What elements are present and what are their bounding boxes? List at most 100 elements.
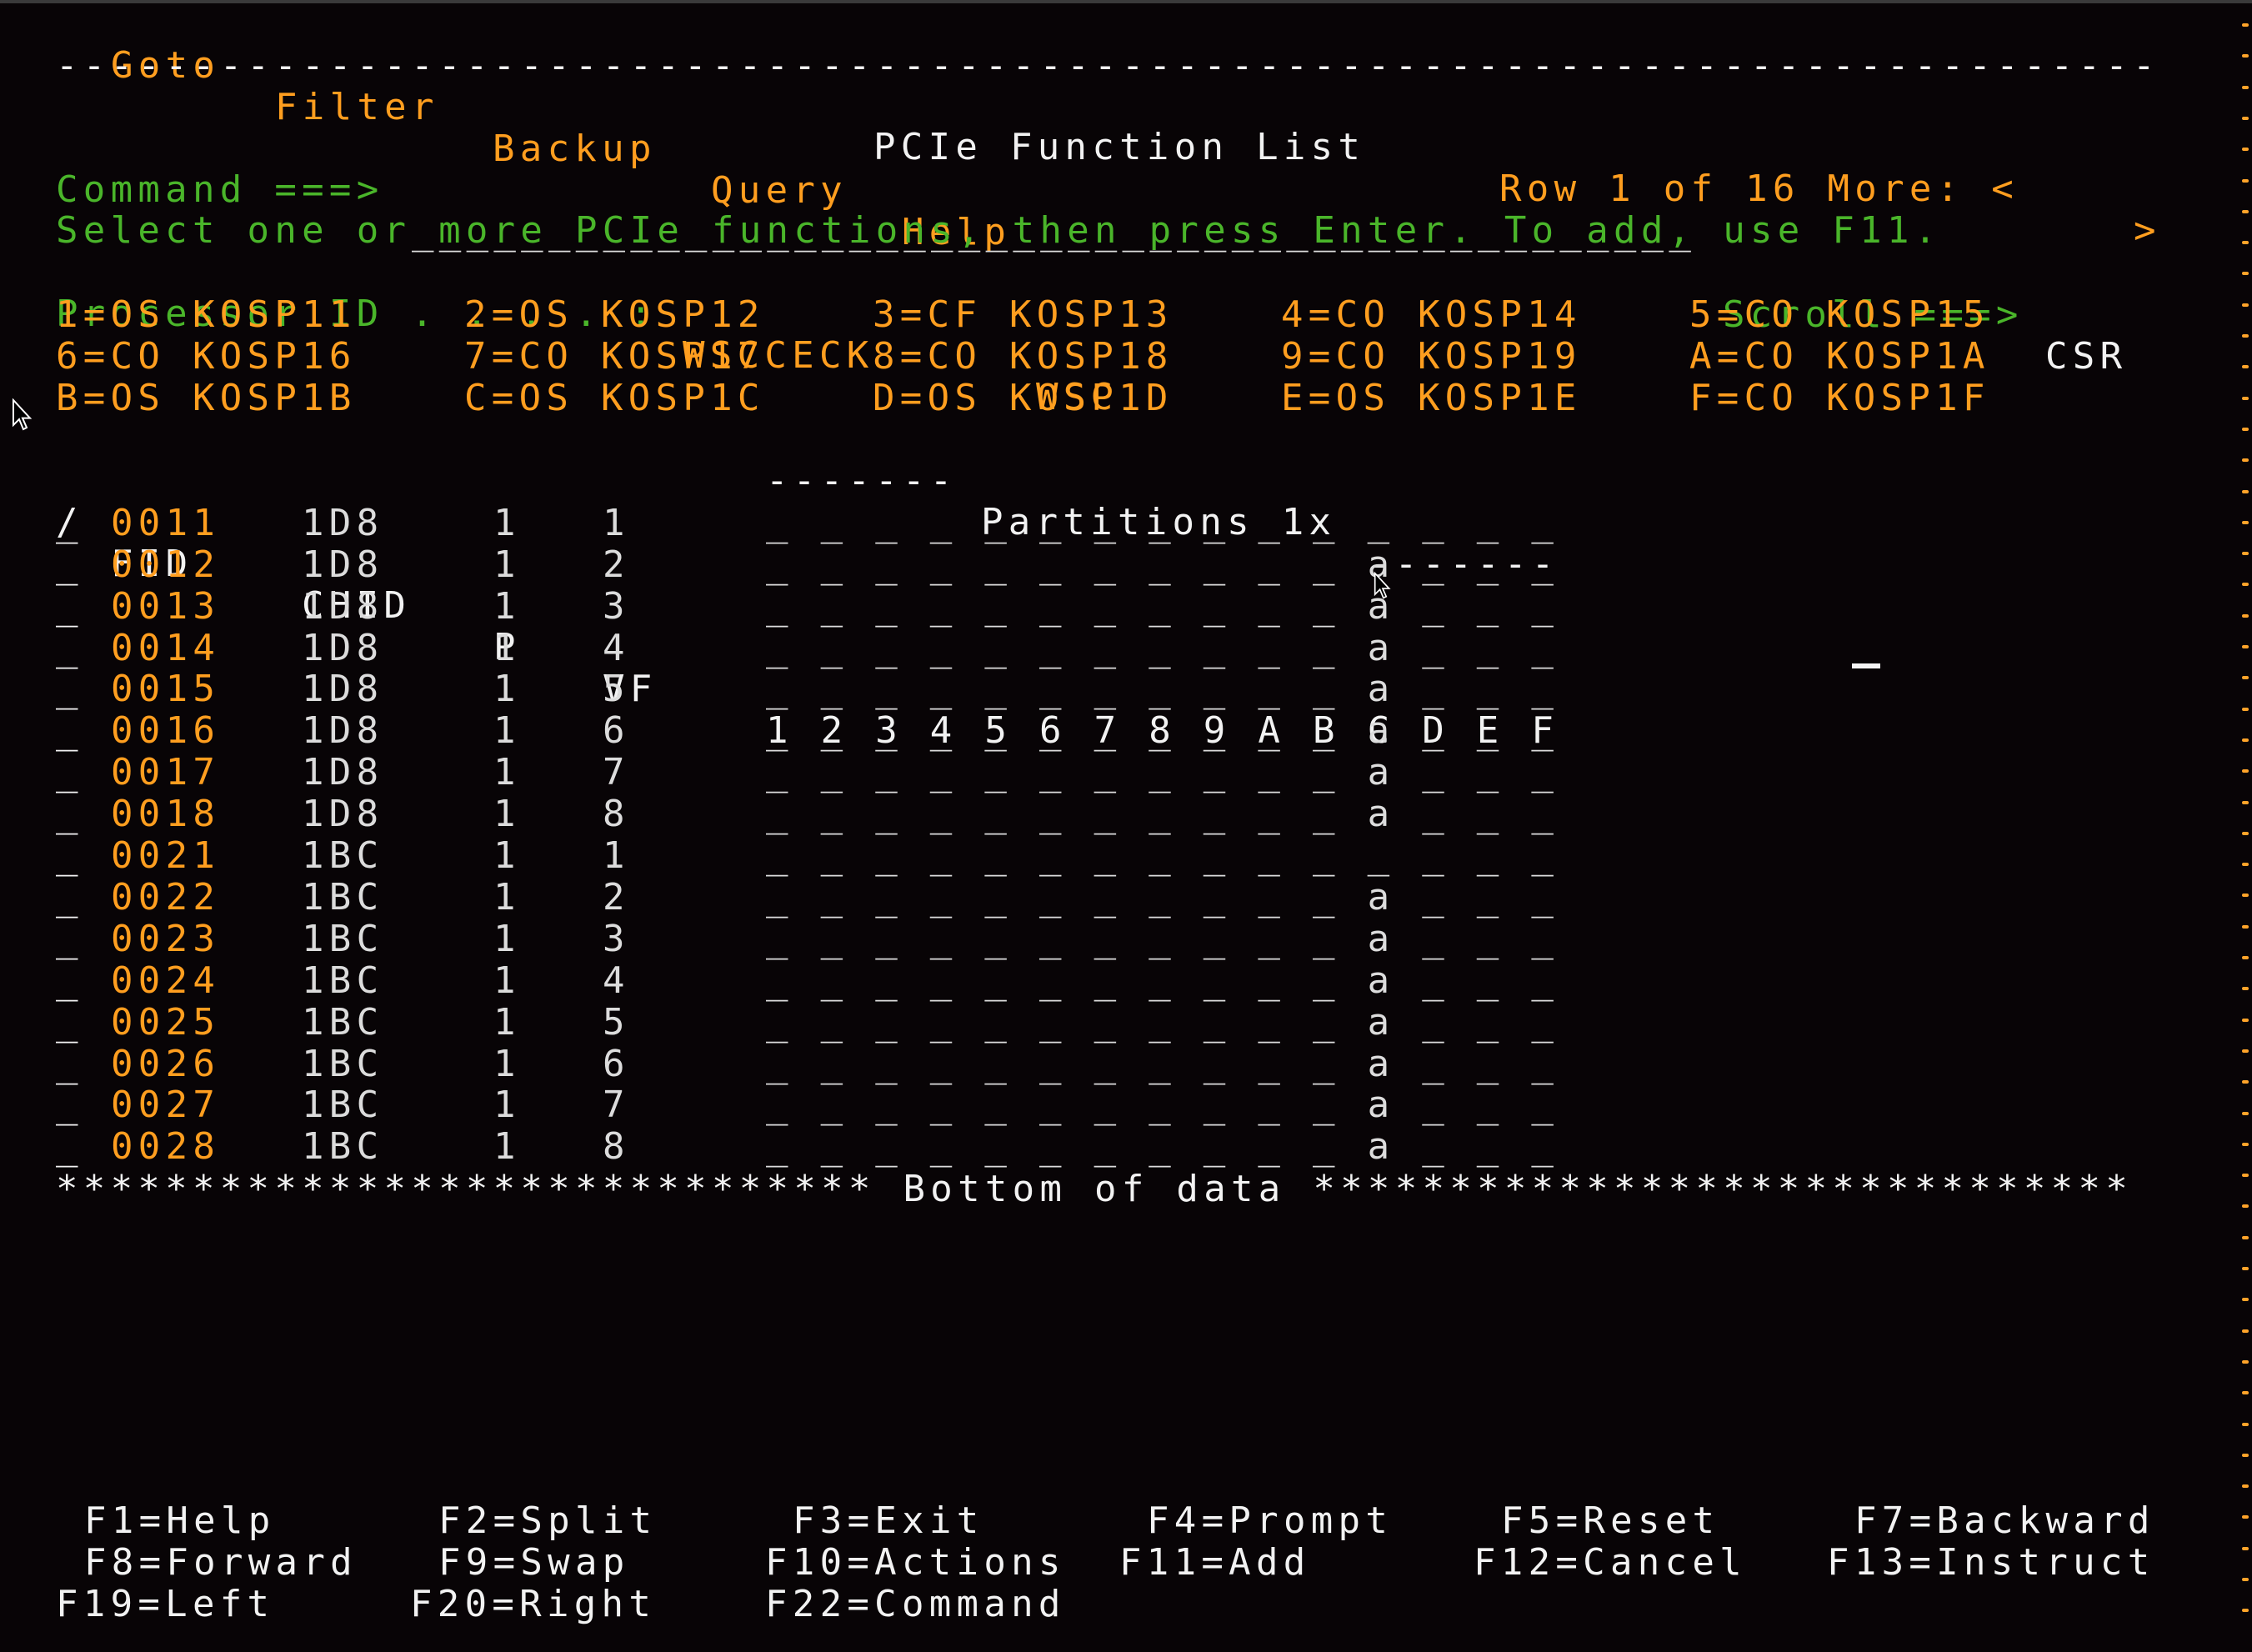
partition-access-field[interactable]: _ xyxy=(1204,710,1231,752)
partition-access-field[interactable]: _ xyxy=(930,502,958,544)
partition-access-field[interactable]: _ xyxy=(984,543,1012,586)
command-input[interactable] xyxy=(412,128,1729,169)
partition-access-field[interactable]: _ xyxy=(1422,627,1449,669)
partition-access-field[interactable]: _ xyxy=(1531,959,1559,1002)
row-select-field[interactable]: _ xyxy=(56,1001,83,1044)
partition-access-field[interactable]: _ xyxy=(1094,543,1122,586)
partition-access-field[interactable]: _ xyxy=(1094,502,1122,544)
partition-access-field[interactable]: a xyxy=(1368,959,1395,1002)
partition-access-field[interactable]: _ xyxy=(1039,710,1067,752)
partition-access-field[interactable]: _ xyxy=(1258,710,1285,752)
partition-access-field[interactable]: _ xyxy=(821,1126,848,1168)
menu-filter[interactable]: Filter xyxy=(275,87,439,128)
function-key[interactable]: F12=Cancel xyxy=(1474,1542,1747,1584)
function-key[interactable]: F9=Swap xyxy=(438,1542,630,1584)
partition-access-field[interactable]: _ xyxy=(1313,876,1340,919)
partition-access-field[interactable]: _ xyxy=(1039,876,1067,919)
partition-access-field[interactable]: _ xyxy=(1477,543,1504,586)
partition-access-field[interactable]: a xyxy=(1368,668,1395,710)
partition-access-field[interactable]: _ xyxy=(1039,918,1067,960)
partition-access-field[interactable]: _ xyxy=(1531,502,1559,544)
partition-access-field[interactable]: _ xyxy=(1531,1084,1559,1126)
partition-access-field[interactable]: _ xyxy=(821,1084,848,1126)
partition-access-field[interactable]: _ xyxy=(1258,1043,1285,1085)
function-key[interactable]: F4=Prompt xyxy=(1147,1500,1393,1542)
partition-access-field[interactable]: _ xyxy=(1039,1001,1067,1044)
partition-access-field[interactable]: _ xyxy=(1149,668,1176,710)
partition-access-field[interactable]: _ xyxy=(1422,876,1449,919)
partition-access-field[interactable]: _ xyxy=(875,502,903,544)
partition-access-field[interactable]: _ xyxy=(1094,1043,1122,1085)
partition-access-field[interactable]: _ xyxy=(1039,793,1067,835)
function-key[interactable]: F11=Add xyxy=(1119,1542,1311,1584)
partition-access-field[interactable]: _ xyxy=(1149,502,1176,544)
partition-access-field[interactable]: _ xyxy=(1094,876,1122,919)
partition-access-field[interactable]: _ xyxy=(1422,918,1449,960)
partition-access-field[interactable]: _ xyxy=(766,502,793,544)
partition-access-field[interactable]: _ xyxy=(875,752,903,793)
partition-access-field[interactable]: _ xyxy=(766,793,793,835)
partition-access-field[interactable]: _ xyxy=(1149,959,1176,1002)
partition-access-field[interactable]: a xyxy=(1368,876,1395,919)
partition-access-field[interactable]: a xyxy=(1368,1126,1395,1168)
partition-access-field[interactable]: _ xyxy=(1477,668,1504,710)
row-select-field[interactable]: _ xyxy=(56,793,83,835)
partition-access-field[interactable]: _ xyxy=(821,835,848,877)
partition-access-field[interactable]: _ xyxy=(1422,752,1449,793)
partition-access-field[interactable]: _ xyxy=(1258,627,1285,669)
partition-access-field[interactable]: _ xyxy=(1422,668,1449,710)
partition-access-field[interactable]: a xyxy=(1368,710,1395,752)
partition-access-field[interactable]: _ xyxy=(766,1043,793,1085)
partition-access-field[interactable]: _ xyxy=(821,752,848,793)
partition-access-field[interactable]: _ xyxy=(930,543,958,586)
partition-access-field[interactable]: _ xyxy=(984,793,1012,835)
partition-access-field[interactable]: _ xyxy=(1368,835,1395,877)
partition-access-field[interactable]: _ xyxy=(766,627,793,669)
partition-access-field[interactable]: _ xyxy=(875,793,903,835)
partition-access-field[interactable]: _ xyxy=(1422,959,1449,1002)
partition-access-field[interactable]: _ xyxy=(1477,1043,1504,1085)
partition-access-field[interactable]: _ xyxy=(984,752,1012,793)
partition-access-field[interactable]: _ xyxy=(766,668,793,710)
partition-access-field[interactable]: _ xyxy=(984,1043,1012,1085)
partition-access-field[interactable]: _ xyxy=(1039,959,1067,1002)
partition-access-field[interactable]: _ xyxy=(930,668,958,710)
row-select-field[interactable]: _ xyxy=(56,876,83,919)
partition-access-field[interactable]: _ xyxy=(1094,1126,1122,1168)
partition-access-field[interactable]: _ xyxy=(1094,918,1122,960)
partition-access-field[interactable]: _ xyxy=(875,1001,903,1044)
partition-access-field[interactable]: _ xyxy=(1149,752,1176,793)
partition-access-field[interactable]: _ xyxy=(1477,585,1504,628)
partition-access-field[interactable]: _ xyxy=(1422,502,1449,544)
partition-access-field[interactable]: _ xyxy=(821,585,848,628)
partition-access-field[interactable]: _ xyxy=(1258,793,1285,835)
partition-access-field[interactable]: _ xyxy=(1094,1084,1122,1126)
function-key[interactable]: F7=Backward xyxy=(1854,1500,2155,1542)
partition-access-field[interactable]: _ xyxy=(1477,959,1504,1002)
partition-access-field[interactable]: _ xyxy=(875,835,903,877)
row-select-field[interactable]: _ xyxy=(56,1084,83,1126)
partition-access-field[interactable]: _ xyxy=(984,585,1012,628)
row-select-field[interactable]: _ xyxy=(56,668,83,710)
partition-access-field[interactable]: _ xyxy=(1531,835,1559,877)
partition-access-field[interactable]: _ xyxy=(1477,793,1504,835)
row-select-field[interactable]: _ xyxy=(56,585,83,628)
function-key[interactable]: F2=Split xyxy=(438,1500,657,1542)
function-key[interactable]: F10=Actions xyxy=(765,1542,1066,1584)
partition-access-field[interactable]: _ xyxy=(984,959,1012,1002)
partition-access-field[interactable]: _ xyxy=(766,752,793,793)
partition-access-field[interactable]: _ xyxy=(766,1084,793,1126)
partition-access-field[interactable]: _ xyxy=(930,1084,958,1126)
partition-access-field[interactable]: _ xyxy=(1149,918,1176,960)
partition-access-field[interactable]: _ xyxy=(1477,752,1504,793)
partition-access-field[interactable]: _ xyxy=(1422,835,1449,877)
row-select-field[interactable]: _ xyxy=(56,710,83,752)
partition-access-field[interactable]: _ xyxy=(1313,793,1340,835)
partition-access-field[interactable]: _ xyxy=(1258,1084,1285,1126)
partition-access-field[interactable]: _ xyxy=(875,1084,903,1126)
partition-access-field[interactable]: _ xyxy=(1422,543,1449,586)
partition-access-field[interactable]: _ xyxy=(1531,1043,1559,1085)
partition-access-field[interactable]: _ xyxy=(875,959,903,1002)
partition-access-field[interactable]: _ xyxy=(1204,543,1231,586)
partition-access-field[interactable]: _ xyxy=(1094,585,1122,628)
